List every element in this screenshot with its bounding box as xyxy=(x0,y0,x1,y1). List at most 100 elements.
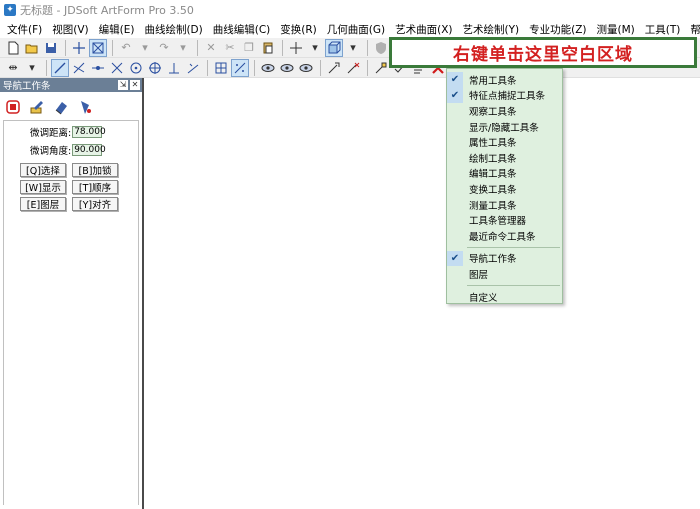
menu-item-edit-toolbar[interactable]: 编辑工具条 xyxy=(447,166,562,182)
menu-item-draw-toolbar[interactable]: 绘制工具条 xyxy=(447,150,562,166)
menu-separator xyxy=(467,284,560,286)
snap-center-icon[interactable] xyxy=(127,59,145,77)
menu-help[interactable]: 帮助(H) xyxy=(685,22,700,37)
menu-geometry-surface[interactable]: 几何曲面(G) xyxy=(322,22,390,37)
dropdown-icon[interactable]: ▾ xyxy=(23,59,41,77)
snap-nearest-icon[interactable] xyxy=(184,59,202,77)
cut-icon[interactable]: ✂ xyxy=(221,39,239,57)
lock-button[interactable]: [B]加锁 xyxy=(72,163,118,177)
drawing-canvas[interactable] xyxy=(146,78,700,509)
toolbar-separator xyxy=(282,39,283,56)
nav-tab-select-icon[interactable] xyxy=(4,98,22,116)
menu-item-recent-commands-toolbar[interactable]: 最近命令工具条 xyxy=(447,228,562,244)
toolbar-separator xyxy=(367,59,368,76)
copy-icon[interactable]: ❐ xyxy=(240,39,258,57)
menu-art-surface[interactable]: 艺术曲面(X) xyxy=(390,22,457,37)
fine-angle-input[interactable]: 90.000 xyxy=(72,144,106,156)
layer-button[interactable]: [E]图层 xyxy=(20,197,66,211)
menu-item-customize[interactable]: 自定义 xyxy=(447,289,562,305)
redo-icon[interactable]: ↷ xyxy=(155,39,173,57)
save-icon[interactable] xyxy=(42,39,60,57)
undo-icon[interactable]: ↶ xyxy=(117,39,135,57)
attribute-icon[interactable] xyxy=(372,59,390,77)
snap-mode-icon[interactable]: ⇹ xyxy=(4,59,22,77)
snap-midpoint-icon[interactable] xyxy=(89,59,107,77)
snap-cross-icon[interactable] xyxy=(287,39,305,57)
menu-tools[interactable]: 工具(T) xyxy=(640,22,686,37)
menu-transform[interactable]: 变换(R) xyxy=(275,22,322,37)
box-select-icon[interactable] xyxy=(89,38,107,57)
view-eye-icon[interactable] xyxy=(259,59,277,77)
menu-file[interactable]: 文件(F) xyxy=(2,22,47,37)
view-eye-alt-icon[interactable] xyxy=(278,59,296,77)
nav-tab-erase-icon[interactable] xyxy=(52,98,70,116)
open-folder-icon[interactable] xyxy=(23,39,41,57)
fine-angle-row: 微调角度: 90.000 xyxy=(30,143,138,157)
view-cube-icon[interactable] xyxy=(325,38,343,57)
app-icon: ✦ xyxy=(4,4,16,16)
dropdown-icon[interactable]: ▾ xyxy=(306,39,324,57)
nav-tab-paint-icon[interactable] xyxy=(76,98,94,116)
menu-art-draw[interactable]: 艺术绘制(Y) xyxy=(458,22,525,37)
menu-pro[interactable]: 专业功能(Z) xyxy=(524,22,591,37)
menu-item-transform-toolbar[interactable]: 变换工具条 xyxy=(447,181,562,197)
snap-quadrant-icon[interactable] xyxy=(146,59,164,77)
snap-endpoint-icon[interactable] xyxy=(51,58,69,77)
paste-icon[interactable] xyxy=(259,39,277,57)
check-icon: ✔ xyxy=(447,72,463,88)
toolbar-separator xyxy=(207,59,208,76)
menu-item-snap-toolbar[interactable]: ✔ 特征点捕捉工具条 xyxy=(447,87,562,104)
menu-item-layers[interactable]: 图层 xyxy=(447,266,562,282)
menu-curve-edit[interactable]: 曲线编辑(C) xyxy=(208,22,276,37)
dropdown-icon[interactable]: ▾ xyxy=(174,39,192,57)
close-icon[interactable]: ✕ xyxy=(130,80,140,90)
menu-item-nav-workbar[interactable]: ✔ 导航工作条 xyxy=(447,250,562,267)
display-button[interactable]: [W]显示 xyxy=(20,180,66,194)
window-title: 无标题 - JDSoft ArtForm Pro 3.50 xyxy=(20,4,194,17)
menu-item-show-hide-toolbar[interactable]: 显示/隐藏工具条 xyxy=(447,119,562,135)
menu-curve-draw[interactable]: 曲线绘制(D) xyxy=(139,22,207,37)
view-eye-third-icon[interactable] xyxy=(297,59,315,77)
fine-angle-label: 微调角度: xyxy=(30,146,72,157)
delete-x-icon[interactable]: ✕ xyxy=(202,39,220,57)
grid-icon[interactable] xyxy=(212,59,230,77)
menu-item-attribute-toolbar[interactable]: 属性工具条 xyxy=(447,134,562,150)
new-file-icon[interactable] xyxy=(4,39,22,57)
toolbar-separator xyxy=(65,39,66,56)
pin-icon[interactable]: ⇲ xyxy=(118,80,128,90)
order-button[interactable]: [T]顺序 xyxy=(72,180,118,194)
annotation-text: 右键单击这里空白区域 xyxy=(453,45,633,65)
snap-cross-x-icon[interactable] xyxy=(108,59,126,77)
menu-edit[interactable]: 编辑(E) xyxy=(94,22,140,37)
fine-distance-input[interactable]: 78.000 xyxy=(72,126,106,138)
menu-item-toolbar-manager[interactable]: 工具条管理器 xyxy=(447,212,562,228)
align-button[interactable]: [Y]对齐 xyxy=(72,197,118,211)
snap-intersect-icon[interactable] xyxy=(70,59,88,77)
toolbar-separator xyxy=(112,39,113,56)
pick-point-icon[interactable] xyxy=(325,59,343,77)
dropdown-icon[interactable]: ▾ xyxy=(136,39,154,57)
nav-panel-header: 导航工作条 ⇲ ✕ xyxy=(0,78,142,92)
dropdown-icon[interactable]: ▾ xyxy=(344,39,362,57)
toolbar-separator xyxy=(367,39,368,56)
select-button[interactable]: [Q]选择 xyxy=(20,163,66,177)
check-icon: ✔ xyxy=(447,87,463,104)
menu-view[interactable]: 视图(V) xyxy=(47,22,93,37)
nav-panel: 导航工作条 ⇲ ✕ 微调距离: 78.000 微调角度: 90.000 [Q]选… xyxy=(0,78,144,509)
pick-remove-icon[interactable] xyxy=(344,59,362,77)
toolbar-separator xyxy=(46,59,47,76)
ortho-icon[interactable] xyxy=(231,58,249,77)
menu-item-measure-toolbar[interactable]: 测量工具条 xyxy=(447,197,562,213)
toolbar-separator xyxy=(320,59,321,76)
menu-measure[interactable]: 测量(M) xyxy=(592,22,640,37)
check-icon: ✔ xyxy=(447,250,463,267)
nav-panel-title: 导航工作条 xyxy=(3,81,51,92)
annotation-box: 右键单击这里空白区域 xyxy=(389,37,697,68)
snap-perpendicular-icon[interactable] xyxy=(165,59,183,77)
nav-tab-edit-icon[interactable] xyxy=(28,98,46,116)
menu-item-view-toolbar[interactable]: 观察工具条 xyxy=(447,103,562,119)
crosshair-icon[interactable] xyxy=(70,39,88,57)
fine-distance-row: 微调距离: 78.000 xyxy=(30,125,138,139)
shield-icon[interactable] xyxy=(372,39,390,57)
menu-item-common-toolbar[interactable]: ✔ 常用工具条 xyxy=(447,72,562,88)
